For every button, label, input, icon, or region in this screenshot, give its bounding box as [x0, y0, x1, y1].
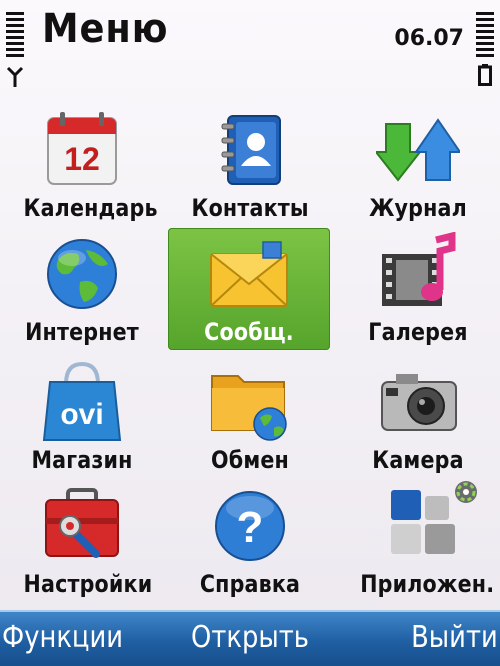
svg-text:12: 12 — [64, 141, 100, 177]
gallery-music-icon — [382, 232, 456, 306]
menu-item-store[interactable]: ovi Магазин — [14, 356, 150, 478]
camera-icon — [381, 374, 457, 431]
battery-level-bars — [476, 12, 494, 60]
menu-item-label: Интернет — [25, 318, 139, 346]
open-softkey[interactable]: Открыть — [35, 620, 465, 655]
menu-item-label: Камера — [372, 446, 464, 474]
antenna-icon — [6, 66, 24, 87]
menu-item-label: Магазин — [31, 446, 133, 474]
softkey-bar: Функции Открыть Выйти — [0, 610, 500, 666]
menu-item-label: Сообщ. — [204, 318, 294, 346]
svg-text:ovi: ovi — [60, 398, 103, 431]
apps-icon — [391, 490, 455, 554]
menu-item-label: Контакты — [191, 194, 309, 222]
toolbox-icon — [45, 488, 119, 558]
menu-item-label: Настройки — [23, 570, 153, 598]
contacts-icon — [221, 115, 281, 185]
menu-item-label: Обмен — [211, 446, 289, 474]
globe-icon — [47, 239, 117, 309]
menu-item-label: Приложен. — [360, 570, 495, 598]
calendar-icon: 12 — [47, 112, 117, 185]
ovi-bag-icon: ovi — [42, 361, 122, 441]
signal-strength-bars — [6, 12, 24, 60]
menu-item-calendar[interactable]: 12 Календарь — [14, 104, 158, 226]
menu-item-label: Журнал — [369, 194, 467, 222]
log-arrows-icon — [376, 118, 460, 182]
menu-item-log[interactable]: Журнал — [350, 104, 486, 226]
menu-item-help[interactable]: ? Справка — [182, 480, 318, 602]
envelope-icon — [210, 241, 288, 307]
clock: 06.07 — [394, 26, 464, 51]
menu-item-label: Справка — [199, 570, 301, 598]
menu-item-label: Галерея — [368, 318, 468, 346]
menu-item-gallery[interactable]: Галерея — [350, 228, 486, 350]
status-bar: Меню 06.07 — [0, 0, 500, 100]
svg-text:?: ? — [237, 503, 264, 552]
menu-item-label: Календарь — [23, 194, 158, 222]
page-title: Меню — [42, 6, 169, 52]
menu-item-messages[interactable]: Сообщ. — [168, 228, 330, 350]
help-icon: ? — [215, 491, 285, 561]
loading-indicator-icon — [455, 481, 477, 503]
menu-item-internet[interactable]: Интернет — [14, 228, 150, 350]
menu-item-settings[interactable]: Настройки — [14, 480, 153, 602]
battery-icon — [478, 64, 492, 86]
menu-item-exchange[interactable]: Обмен — [182, 356, 318, 478]
menu-item-camera[interactable]: Камера — [350, 356, 486, 478]
menu-item-contacts[interactable]: Контакты — [182, 104, 318, 226]
folder-globe-icon — [211, 375, 287, 441]
exit-softkey[interactable]: Выйти — [411, 620, 498, 655]
